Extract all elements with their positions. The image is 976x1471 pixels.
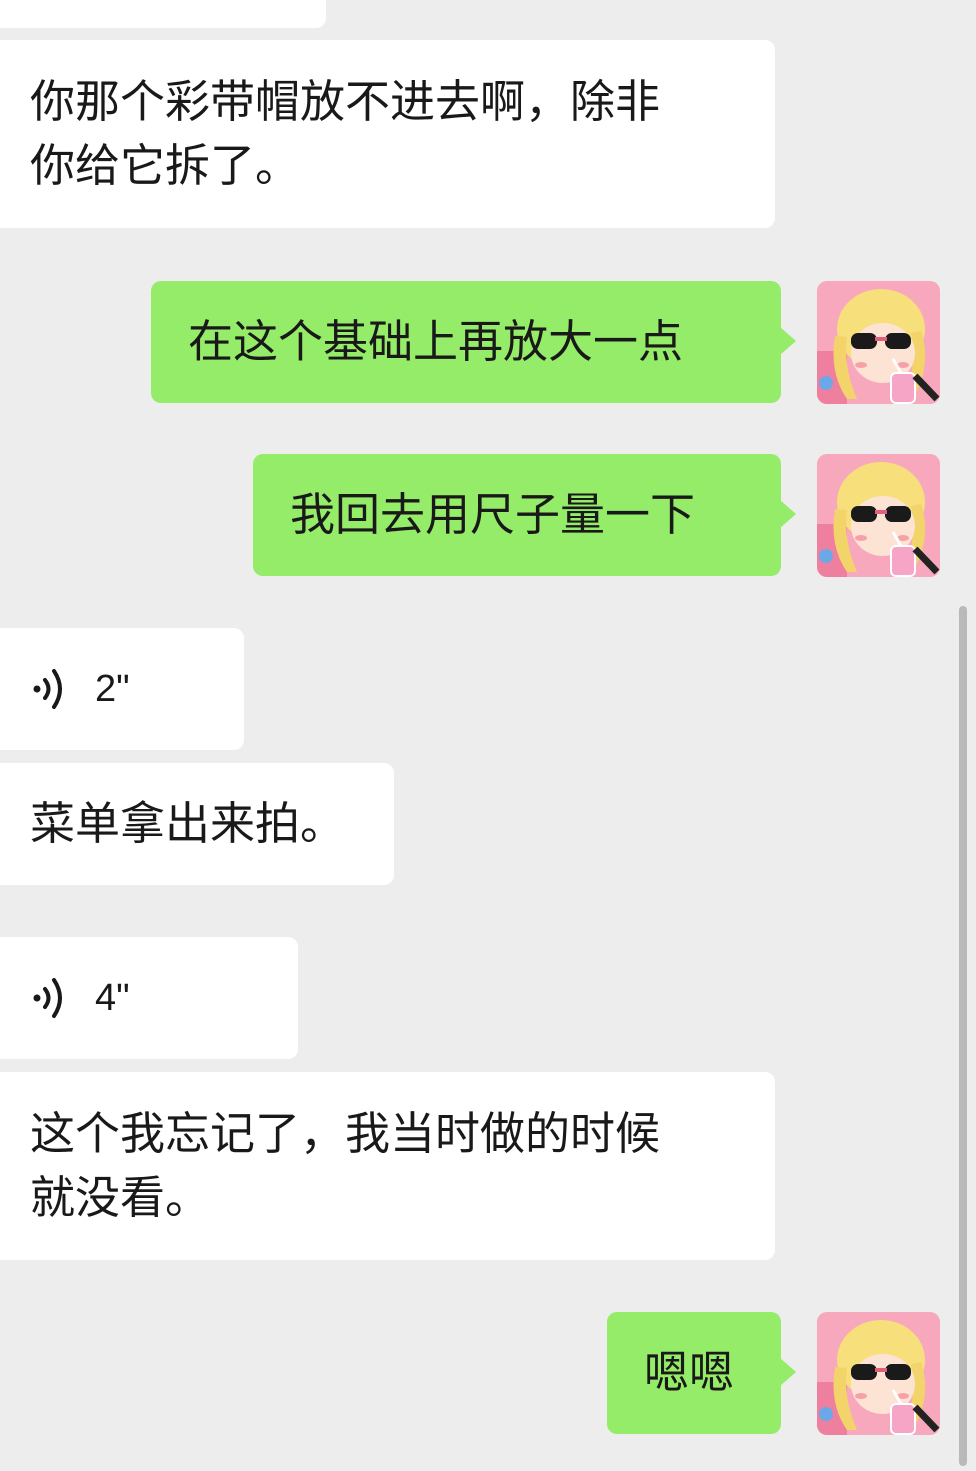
message-text: 这个我忘记了，我当时做的时候 就没看。 <box>30 1107 661 1224</box>
message-bubble-incoming[interactable]: 你那个彩带帽放不进去啊，除非 你给它拆了。 <box>0 40 775 228</box>
message-text: 我回去用尺子量一下 <box>290 488 696 541</box>
avatar-sunglasses-girl-icon <box>817 1312 940 1435</box>
scrollbar[interactable] <box>959 606 967 1466</box>
voice-duration: 4" <box>95 977 130 1019</box>
voice-message-bubble[interactable]: 2" <box>0 628 244 750</box>
avatar[interactable] <box>817 1312 940 1435</box>
avatar[interactable] <box>817 281 940 404</box>
avatar[interactable] <box>817 454 940 577</box>
message-bubble-partial[interactable] <box>0 0 326 28</box>
message-bubble-outgoing[interactable]: 在这个基础上再放大一点 <box>151 281 796 403</box>
voice-wave-icon <box>33 669 62 709</box>
message-text: 嗯嗯 <box>644 1346 735 1399</box>
voice-duration: 2" <box>95 668 130 710</box>
avatar-sunglasses-girl-icon <box>817 454 940 577</box>
message-bubble-outgoing[interactable]: 我回去用尺子量一下 <box>253 454 796 576</box>
voice-wave-icon <box>33 978 62 1018</box>
message-text: 在这个基础上再放大一点 <box>188 315 684 368</box>
message-bubble-incoming[interactable]: 菜单拿出来拍。 <box>0 763 394 885</box>
voice-message-bubble[interactable]: 4" <box>0 937 298 1059</box>
message-bubble-outgoing[interactable]: 嗯嗯 <box>607 1312 796 1434</box>
message-text: 菜单拿出来拍。 <box>30 797 346 850</box>
message-bubble-incoming[interactable]: 这个我忘记了，我当时做的时候 就没看。 <box>0 1072 775 1260</box>
message-text: 你那个彩带帽放不进去啊，除非 你给它拆了。 <box>30 75 661 192</box>
avatar-sunglasses-girl-icon <box>817 281 940 404</box>
